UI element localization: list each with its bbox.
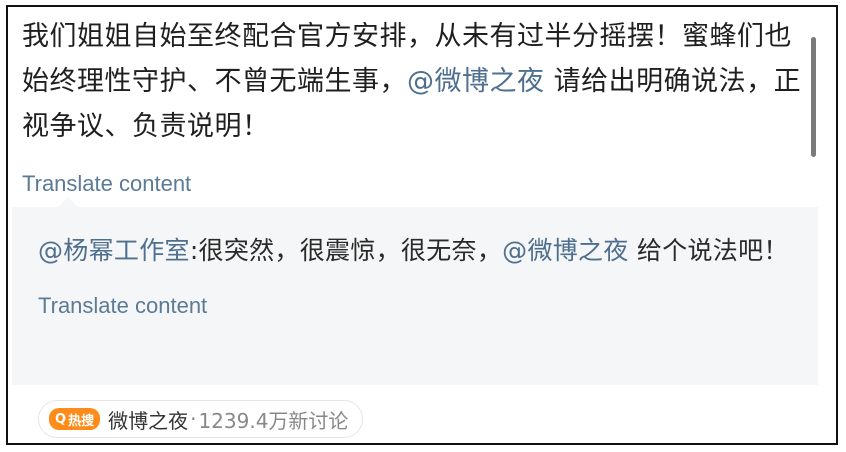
topic-discussion-count: 1239.4万新讨论	[198, 408, 349, 433]
search-icon: Q	[55, 411, 67, 427]
quoted-text-middle: :很突然，很震惊，很无奈，	[189, 236, 503, 265]
translate-content-link[interactable]: Translate content	[22, 171, 802, 197]
post-text: 我们姐姐自始至终配合官方安排，从未有过半分摇摆！蜜蜂们也始终理性守护、不曾无端生…	[22, 14, 802, 149]
quoted-text-end: 给个说法吧！	[628, 236, 789, 265]
post-mention-link[interactable]: @微博之夜	[407, 66, 545, 97]
topic-name: 微博之夜	[108, 408, 189, 433]
hot-search-label: 热搜	[68, 413, 95, 429]
quoted-translate-content-link[interactable]: Translate content	[38, 293, 808, 319]
hot-search-badge: Q 热搜	[49, 408, 101, 430]
post-body: 我们姐姐自始至终配合官方安排，从未有过半分摇摆！蜜蜂们也始终理性守护、不曾无端生…	[22, 7, 802, 197]
quoted-post-content: @杨幂工作室:很突然，很震惊，很无奈，@微博之夜 给个说法吧！ Translat…	[38, 229, 808, 319]
hot-topic-chip[interactable]: Q 热搜 微博之夜 · 1239.4万新讨论	[38, 400, 364, 438]
screenshot-frame: 我们姐姐自始至终配合官方安排，从未有过半分摇摆！蜜蜂们也始终理性守护、不曾无端生…	[6, 5, 838, 445]
quoted-post-text: @杨幂工作室:很突然，很震惊，很无奈，@微博之夜 给个说法吧！	[38, 229, 808, 273]
quoted-author-link[interactable]: @杨幂工作室	[38, 236, 190, 265]
topic-separator: ·	[190, 407, 197, 431]
quoted-mention-link[interactable]: @微博之夜	[502, 236, 629, 265]
scrollbar[interactable]	[811, 37, 816, 157]
